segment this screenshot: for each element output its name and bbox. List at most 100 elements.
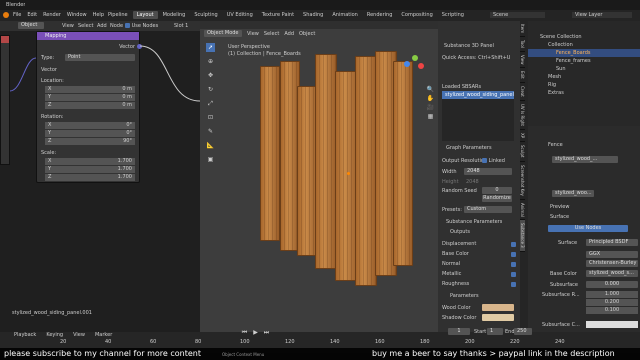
play-icon[interactable]: ▶ [251,328,260,337]
workspace-tab-texture-paint[interactable]: Texture Paint [258,11,298,19]
subsurface-radius-field[interactable]: 0.100 [586,307,638,314]
subsurface-method-dropdown[interactable]: Christensen-Burley [586,260,638,267]
add-cube-tool-icon[interactable]: ▣ [206,155,215,164]
use-nodes-button[interactable]: Use Nodes [548,225,628,232]
subsurface-color-swatch[interactable] [586,321,638,328]
gizmo-z-axis[interactable] [404,61,410,67]
camera-icon[interactable]: 🎥 [426,103,435,112]
menu-file[interactable]: File [13,12,21,18]
material-slot-item[interactable]: stylized_wood_... [552,156,618,163]
timeline-view-menu[interactable]: View [73,332,85,338]
output-metallic[interactable]: Metallic [442,269,516,279]
viewport-object-menu[interactable]: Object [299,31,315,37]
cursor-tool-icon[interactable]: ⊕ [206,57,215,66]
gizmo-y-axis[interactable] [412,55,418,61]
side-tab-sculpt[interactable]: Sculpt [520,142,525,162]
menu-render[interactable]: Render [43,12,61,18]
marker-menu[interactable]: Marker [95,332,112,338]
outliner-item-rig[interactable]: Rig [528,81,640,89]
start-field[interactable]: 1 [487,328,503,335]
presets-dropdown[interactable]: Custom [464,206,512,213]
view-layer-selector[interactable]: View Layer [572,12,632,18]
navigation-gizmo[interactable] [400,51,430,81]
jump-end-icon[interactable]: ⏭ [262,328,271,337]
side-tab-substance-3[interactable]: Substance 3 [520,220,525,253]
rotate-tool-icon[interactable]: ↻ [206,85,215,94]
subsurface-radius-field[interactable]: 1.000 [586,291,638,298]
material-datablock[interactable]: stylized_woo... [552,190,594,197]
base-color-texture[interactable]: stylized_wood_s... [586,270,638,277]
outliner-item-fence_frames[interactable]: Fence_frames [528,57,640,65]
workspace-tab-shading[interactable]: Shading [299,11,327,19]
workspace-tab-compositing[interactable]: Compositing [397,11,436,19]
output-normal[interactable]: Normal [442,259,516,269]
side-tab-animal[interactable]: Animal [520,200,525,221]
workspace-tab-sculpting[interactable]: Sculpting [190,11,221,19]
workspace-tab-animation[interactable]: Animation [328,11,362,19]
subsurface-radius-field[interactable]: 0.200 [586,299,638,306]
outputs-header[interactable]: Outputs [450,229,470,235]
gizmo-x-axis[interactable] [418,63,424,69]
subsurface-field[interactable]: 0.000 [586,281,638,288]
surface-panel-header[interactable]: Surface [550,214,569,220]
output-checkbox[interactable] [511,271,516,277]
fence-boards-object[interactable] [255,46,425,296]
wood-color-swatch[interactable] [482,304,514,311]
bsdf-selector[interactable]: Principled BSDF [586,239,638,246]
viewport-add-menu[interactable]: Add [284,31,294,37]
output-displacement[interactable]: Displacement [442,239,516,249]
output-checkbox[interactable] [511,281,516,287]
move-tool-icon[interactable]: ✥ [206,71,215,80]
zoom-icon[interactable]: 🔍 [426,85,435,94]
side-tab-tool[interactable]: Tool [520,37,525,52]
side-tab-xp[interactable]: XP [520,130,525,143]
workspace-tab-scripting[interactable]: Scripting [438,11,468,19]
side-tab-screenshot-key[interactable]: Screenshot Key [520,162,525,200]
workspace-tab-layout[interactable]: Layout [132,11,158,19]
side-tab-edit[interactable]: Edit [520,68,525,84]
random-seed-field[interactable]: 0 [482,187,512,194]
scene-selector[interactable]: Scene [490,12,545,18]
linked-checkbox[interactable]: Linked [482,158,505,164]
select-tool-icon[interactable]: ➚ [206,43,215,52]
side-tab-view[interactable]: View [520,52,525,69]
mode-selector[interactable]: Object Mode [204,30,242,37]
preview-panel-header[interactable]: Preview [550,204,569,210]
output-checkbox[interactable] [511,241,516,247]
measure-tool-icon[interactable]: 📐 [206,141,215,150]
randomize-button[interactable]: Randomize [482,195,512,202]
outliner-item-scene-collection[interactable]: Scene Collection [528,33,640,41]
pan-icon[interactable]: ✋ [426,94,435,103]
width-dropdown[interactable]: 2048 [464,168,512,175]
grid-icon[interactable]: ▦ [426,112,435,121]
distribution-dropdown[interactable]: GGX [586,251,638,258]
annotate-tool-icon[interactable]: ✎ [206,127,215,136]
jump-start-icon[interactable]: ⏮ [240,328,249,337]
output-checkbox[interactable] [511,261,516,267]
output-base-color[interactable]: Base Color [442,249,516,259]
side-tab-item[interactable]: Item [520,21,525,38]
outliner-item-mesh[interactable]: Mesh [528,73,640,81]
workspace-tab-uv-editing[interactable]: UV Editing [223,11,257,19]
transform-tool-icon[interactable]: ⊡ [206,113,215,122]
3d-viewport[interactable]: Object Mode View Select Add Object User … [200,21,438,332]
outliner-item-extras[interactable]: Extras [528,89,640,97]
outliner-item-sun[interactable]: Sun [528,65,640,73]
menu-edit[interactable]: Edit [27,12,37,18]
output-checkbox[interactable] [511,251,516,257]
shadow-color-swatch[interactable] [482,314,514,321]
blender-logo-icon[interactable] [3,12,9,18]
substance-parameters-header[interactable]: Substance Parameters [446,219,502,225]
menu-help[interactable]: Help [93,12,104,18]
end-field[interactable]: 250 [514,328,532,335]
sbsar-item[interactable]: stylized_wood_siding_panel [442,91,514,99]
workspace-tab-modeling[interactable]: Modeling [159,11,190,19]
playback-menu[interactable]: Playback [14,332,36,338]
side-tab-creat[interactable]: Creat [520,83,525,101]
viewport-select-menu[interactable]: Select [264,31,279,37]
output-roughness[interactable]: Roughness [442,279,516,289]
workspace-tab-rendering[interactable]: Rendering [363,11,397,19]
current-frame-field[interactable]: 1 [448,328,470,335]
timeline-ruler[interactable]: 20 40 60 80 100 120 140 160 180 200 220 240 [0,339,640,347]
workspace-tab-pipeline[interactable]: Pipeline [104,11,132,19]
